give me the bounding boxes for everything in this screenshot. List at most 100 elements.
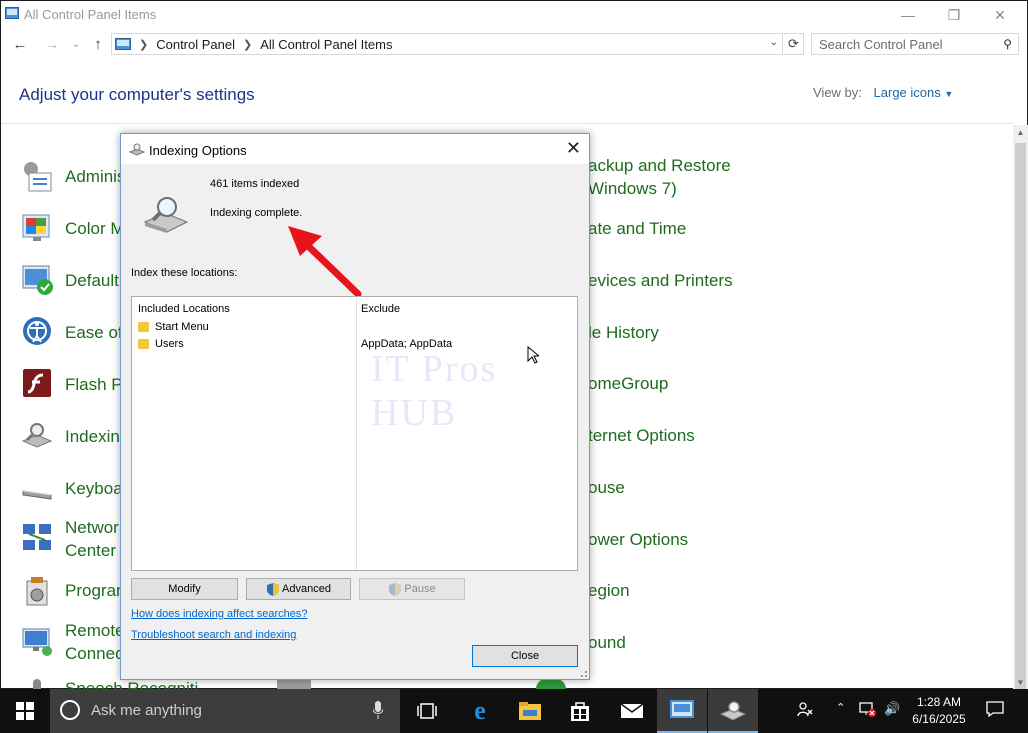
- chevron-down-icon[interactable]: ⌄: [770, 37, 778, 48]
- taskbar-search-box[interactable]: Ask me anything: [50, 689, 400, 733]
- item-power-options[interactable]: ower Options: [588, 528, 688, 551]
- taskbar-search-placeholder: Ask me anything: [91, 702, 202, 719]
- minimize-icon: —: [901, 7, 915, 23]
- action-center-icon[interactable]: [986, 701, 1004, 720]
- item-backup-restore[interactable]: ackup and Restore Windows 7): [588, 154, 731, 200]
- scroll-up-icon[interactable]: ▲: [1013, 125, 1028, 140]
- sync-center-icon: [536, 679, 566, 689]
- refresh-icon: ⟳: [788, 36, 799, 51]
- item-devices-printers[interactable]: evices and Printers: [588, 269, 733, 292]
- up-button[interactable]: ↑: [89, 35, 107, 53]
- page-title: Adjust your computer's settings: [19, 85, 255, 104]
- taskbar-mail[interactable]: [607, 689, 657, 733]
- maximize-button[interactable]: ❐: [931, 1, 977, 29]
- item-label-line2: Connect: [65, 644, 129, 663]
- address-field[interactable]: ❯ Control Panel ❯ All Control Panel Item…: [111, 33, 783, 55]
- uac-shield-icon: [389, 582, 402, 596]
- item-color-management[interactable]: Color M: [21, 211, 125, 245]
- table-row[interactable]: Users: [138, 338, 184, 350]
- item-network-center[interactable]: Network Center: [21, 516, 127, 562]
- chevron-right-icon: ❯: [243, 38, 253, 51]
- pause-label: Pause: [404, 583, 436, 595]
- indexing-options-dialog: Indexing Options ✕ 461 items indexed Ind…: [120, 133, 590, 680]
- minimize-button[interactable]: —: [885, 1, 931, 29]
- taskbar: Ask me anything e ⌃ 🔊 1:28 AM 6/16/2025: [0, 689, 1028, 733]
- item-label: Color M: [65, 219, 125, 238]
- indexing-drive-icon: [143, 197, 189, 233]
- item-remote-connections[interactable]: Remote Connect: [21, 619, 128, 665]
- keyboard-icon: [22, 490, 52, 500]
- resize-grip-icon[interactable]: [577, 667, 587, 677]
- view-by-dropdown[interactable]: Large icons ▼: [874, 85, 954, 100]
- programs-icon: [26, 577, 48, 606]
- table-row[interactable]: Start Menu: [138, 321, 209, 333]
- windows-logo-icon: [16, 702, 34, 720]
- network-status-icon[interactable]: [858, 701, 876, 720]
- close-dialog-button[interactable]: Close: [472, 645, 578, 667]
- items-indexed-count: 461 items indexed: [210, 178, 300, 190]
- remote-connections-icon: [22, 628, 52, 656]
- item-file-history[interactable]: le History: [588, 321, 659, 344]
- column-divider: [356, 297, 357, 570]
- taskbar-store[interactable]: [555, 689, 605, 733]
- search-input[interactable]: Search Control Panel ⚲: [811, 33, 1019, 55]
- store-icon: [571, 702, 589, 721]
- item-flash-player[interactable]: Flash Pla: [21, 367, 136, 401]
- taskbar-file-explorer[interactable]: [505, 689, 555, 733]
- item-date-time[interactable]: ate and Time: [588, 217, 686, 240]
- task-view-button[interactable]: [402, 689, 452, 733]
- taskbar-control-panel[interactable]: [657, 689, 707, 733]
- item-programs[interactable]: Program: [21, 575, 130, 609]
- modify-button[interactable]: Modify: [131, 578, 238, 600]
- item-region[interactable]: egion: [588, 579, 630, 602]
- scroll-down-icon[interactable]: ▼: [1013, 675, 1028, 690]
- item-homegroup[interactable]: omeGroup: [588, 372, 668, 395]
- recent-locations-button[interactable]: ⌄: [67, 35, 85, 53]
- breadcrumb-control-panel[interactable]: Control Panel: [156, 37, 235, 52]
- microphone-icon[interactable]: [373, 701, 383, 719]
- advanced-label: Advanced: [282, 583, 331, 595]
- item-label: Default: [65, 271, 119, 290]
- indexing-affect-link[interactable]: How does indexing affect searches?: [131, 608, 308, 620]
- edge-icon: e: [474, 696, 486, 725]
- volume-icon[interactable]: 🔊: [884, 701, 900, 717]
- people-icon[interactable]: [797, 701, 813, 720]
- folder-icon: [138, 322, 149, 332]
- taskbar-indexing-options[interactable]: [708, 689, 758, 733]
- item-label: Keyboa: [65, 479, 123, 498]
- start-button[interactable]: [0, 689, 50, 733]
- scrollbar-thumb[interactable]: [1015, 143, 1026, 703]
- close-button[interactable]: ✕: [977, 1, 1023, 29]
- view-by-label: View by:: [813, 85, 862, 100]
- pause-button[interactable]: Pause: [359, 578, 465, 600]
- storage-spaces-icon: [277, 679, 311, 689]
- dialog-title-bar: Indexing Options ✕: [121, 134, 589, 164]
- item-sound[interactable]: ound: [588, 631, 626, 654]
- back-button[interactable]: ←: [11, 35, 29, 53]
- uac-shield-icon: [267, 582, 280, 596]
- advanced-button[interactable]: Advanced: [246, 578, 351, 600]
- taskbar-edge[interactable]: e: [455, 689, 505, 733]
- show-hidden-icons-icon[interactable]: ⌃: [836, 701, 845, 714]
- item-internet-options[interactable]: ternet Options: [588, 424, 695, 447]
- administrative-tools-icon: [24, 162, 52, 192]
- network-center-icon: [23, 524, 51, 550]
- search-icon: ⚲: [1003, 37, 1012, 51]
- title-bar: All Control Panel Items — ❐ ✕: [1, 1, 1027, 29]
- breadcrumb-all-items[interactable]: All Control Panel Items: [260, 37, 392, 52]
- refresh-button[interactable]: ⟳: [784, 33, 804, 55]
- vertical-scrollbar[interactable]: ▲ ▼: [1013, 125, 1028, 703]
- item-keyboard[interactable]: Keyboa: [21, 471, 123, 505]
- item-default-programs[interactable]: Default: [21, 263, 119, 297]
- view-by-value: Large icons: [873, 85, 941, 100]
- item-administrative-tools[interactable]: Adminis: [21, 159, 125, 193]
- item-mouse[interactable]: ouse: [588, 476, 625, 499]
- item-label-line1: Network: [65, 518, 128, 537]
- troubleshoot-link[interactable]: Troubleshoot search and indexing: [131, 629, 296, 641]
- system-clock[interactable]: 1:28 AM 6/16/2025: [906, 694, 972, 728]
- clock-time: 1:28 AM: [916, 695, 962, 709]
- forward-button[interactable]: →: [43, 35, 61, 53]
- item-indexing-options[interactable]: Indexing: [21, 419, 129, 453]
- red-arrow-annotation: [288, 226, 362, 298]
- dialog-close-icon[interactable]: ✕: [566, 138, 581, 159]
